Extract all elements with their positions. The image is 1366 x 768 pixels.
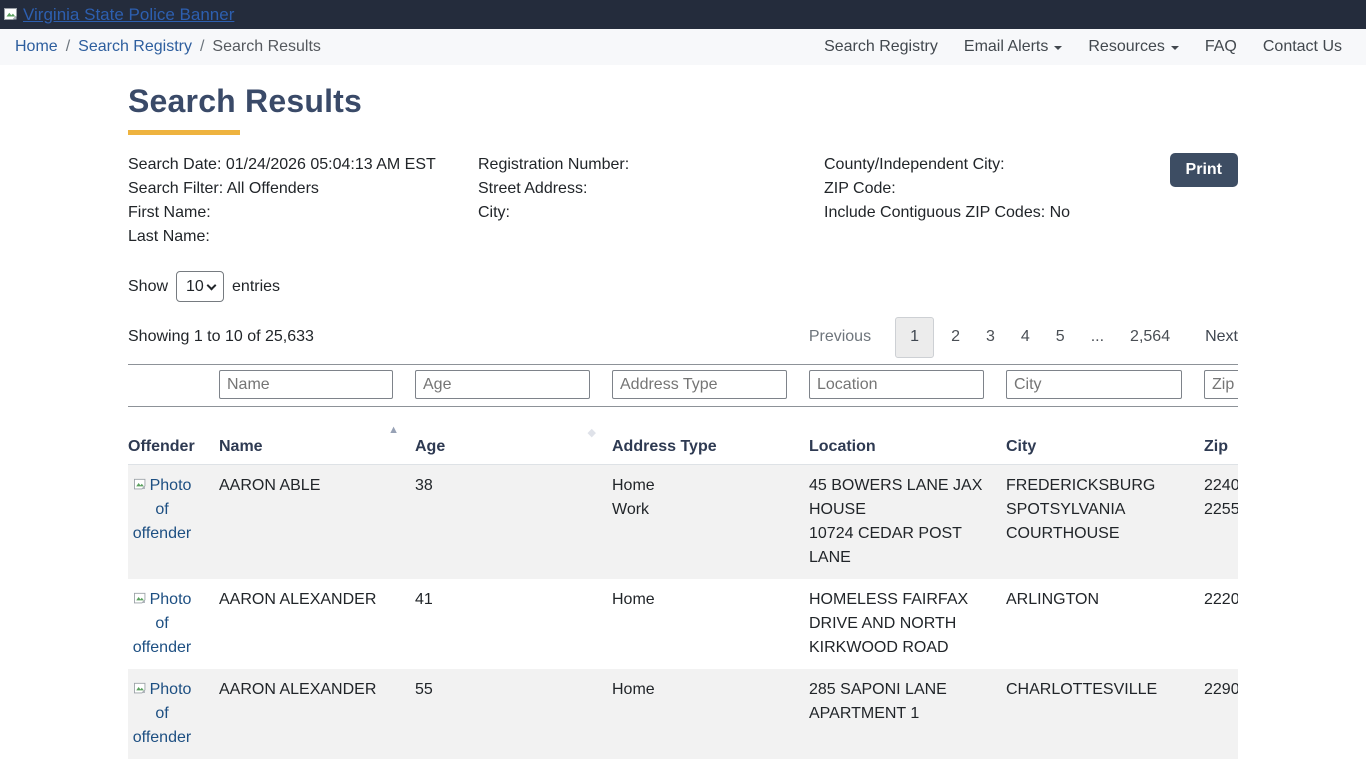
- banner-alt-text: Virginia State Police Banner: [23, 5, 234, 25]
- breadcrumb-separator: /: [66, 38, 70, 56]
- site-banner: Virginia State Police Banner: [0, 0, 1366, 29]
- nav-email-alerts[interactable]: Email Alerts: [964, 38, 1062, 56]
- offender-age: 55: [415, 669, 612, 759]
- showing-entries-text: Showing 1 to 10 of 25,633: [128, 328, 314, 346]
- table-row: Photo of offender AARON ANDERSON 41 Home…: [128, 759, 1238, 768]
- offender-name: AARON ANDERSON: [219, 759, 415, 768]
- broken-image-icon: [133, 592, 149, 606]
- city-filter-input[interactable]: [1006, 370, 1182, 399]
- column-header-offender: Offender: [128, 407, 219, 464]
- broken-image-icon: [133, 682, 149, 696]
- offender-age: 41: [415, 759, 612, 768]
- offender-age: 38: [415, 465, 612, 579]
- column-header-location[interactable]: Location: [809, 407, 1006, 464]
- zips: 2240 2255: [1204, 465, 1238, 579]
- sort-ascending-icon: ▲: [388, 424, 399, 436]
- address-type-filter-input[interactable]: [612, 370, 787, 399]
- top-nav: Search Registry Email Alerts Resources F…: [824, 38, 1342, 56]
- offender-photo-link[interactable]: Photo of offender: [128, 588, 196, 660]
- breadcrumb: Home / Search Registry / Search Results: [15, 38, 321, 56]
- offender-name: AARON ALEXANDER: [219, 669, 415, 759]
- entries-selected-value: 10: [186, 278, 204, 296]
- length-prefix-label: Show: [128, 278, 168, 296]
- pagination-next[interactable]: Next: [1183, 328, 1238, 346]
- cities: RURAL RETREAT RURAL RETREAT: [1006, 759, 1204, 768]
- cities: ARLINGTON: [1006, 579, 1204, 669]
- table-info-row: Showing 1 to 10 of 25,633 Previous 1 2 3…: [128, 316, 1238, 358]
- sort-unsorted-icon: ◆: [588, 426, 596, 439]
- column-header-city[interactable]: City: [1006, 407, 1204, 464]
- pagination-page-3[interactable]: 3: [973, 328, 1008, 346]
- search-meta-col3: County/Independent City: ZIP Code: Inclu…: [824, 153, 1104, 249]
- locations: 127JIMMY LANE 127 JIMMY LANE: [809, 759, 1006, 768]
- address-types: Home: [612, 579, 809, 669]
- pagination-page-4[interactable]: 4: [1008, 328, 1043, 346]
- breadcrumb-search-registry[interactable]: Search Registry: [78, 38, 192, 56]
- table-body: Photo of offender AARON ABLE 38 Home Wor…: [128, 465, 1238, 768]
- zips: 2220: [1204, 579, 1238, 669]
- page: Virginia State Police Banner Home / Sear…: [0, 0, 1366, 768]
- pagination-page-1-current[interactable]: 1: [895, 317, 934, 358]
- locations: 45 BOWERS LANE JAX HOUSE 10724 CEDAR POS…: [809, 465, 1006, 579]
- search-meta-col1: Search Date: 01/24/2026 05:04:13 AM EST …: [128, 153, 478, 249]
- address-types: Home Work: [612, 759, 809, 768]
- pagination-page-5[interactable]: 5: [1043, 328, 1078, 346]
- age-filter-input[interactable]: [415, 370, 590, 399]
- results-table: Offender Name▲ Age◆ Address Type Locatio…: [128, 364, 1238, 768]
- table-row: Photo of offender AARON ABLE 38 Home Wor…: [128, 465, 1238, 579]
- offender-photo-link[interactable]: Photo of offender: [128, 678, 196, 750]
- print-button[interactable]: Print: [1170, 153, 1238, 187]
- navbar: Home / Search Registry / Search Results …: [0, 29, 1366, 65]
- table-header-row: Offender Name▲ Age◆ Address Type Locatio…: [128, 407, 1238, 465]
- table-row: Photo of offender AARON ALEXANDER 41 Hom…: [128, 579, 1238, 669]
- breadcrumb-separator: /: [200, 38, 204, 56]
- table-row: Photo of offender AARON ALEXANDER 55 Hom…: [128, 669, 1238, 759]
- offender-name: AARON ABLE: [219, 465, 415, 579]
- chevron-down-icon: [1054, 46, 1062, 50]
- column-header-zip[interactable]: Zip: [1204, 407, 1238, 464]
- pagination-page-last[interactable]: 2,564: [1117, 328, 1183, 346]
- chevron-down-icon: [1171, 46, 1179, 50]
- nav-search-registry[interactable]: Search Registry: [824, 38, 938, 56]
- length-suffix-label: entries: [232, 278, 280, 296]
- nav-faq[interactable]: FAQ: [1205, 38, 1237, 56]
- breadcrumb-current: Search Results: [212, 38, 321, 56]
- column-header-name[interactable]: Name▲: [219, 407, 415, 464]
- cities: FREDERICKSBURG SPOTSYLVANIA COURTHOUSE: [1006, 465, 1204, 579]
- search-meta-col2: Registration Number: Street Address: Cit…: [478, 153, 824, 249]
- column-header-address-type[interactable]: Address Type: [612, 407, 809, 464]
- locations: HOMELESS FAIRFAX DRIVE AND NORTH KIRKWOO…: [809, 579, 1006, 669]
- pagination: Previous 1 2 3 4 5 ... 2,564 Next: [809, 317, 1238, 358]
- cities: CHARLOTTESVILLE: [1006, 669, 1204, 759]
- title-accent-bar: [128, 130, 240, 135]
- locations: 285 SAPONI LANE APARTMENT 1: [809, 669, 1006, 759]
- address-types: Home: [612, 669, 809, 759]
- zips: 2290: [1204, 669, 1238, 759]
- offender-age: 41: [415, 579, 612, 669]
- column-header-age[interactable]: Age◆: [415, 407, 612, 464]
- name-filter-input[interactable]: [219, 370, 393, 399]
- search-criteria-summary: Search Date: 01/24/2026 05:04:13 AM EST …: [128, 153, 1238, 249]
- banner-home-link[interactable]: Virginia State Police Banner: [3, 5, 234, 25]
- breadcrumb-home[interactable]: Home: [15, 38, 58, 56]
- nav-contact-us[interactable]: Contact Us: [1263, 38, 1342, 56]
- pagination-ellipsis: ...: [1078, 328, 1117, 346]
- offender-photo-link[interactable]: Photo of offender: [128, 474, 196, 546]
- zips: 2436 2436: [1204, 759, 1238, 768]
- chevron-down-icon: [207, 281, 217, 291]
- column-filter-row: [128, 364, 1238, 407]
- pagination-page-2[interactable]: 2: [938, 328, 973, 346]
- page-title: Search Results: [128, 83, 1238, 120]
- offender-name: AARON ALEXANDER: [219, 579, 415, 669]
- pagination-previous[interactable]: Previous: [809, 328, 891, 346]
- nav-resources[interactable]: Resources: [1088, 38, 1178, 56]
- zip-filter-input[interactable]: [1204, 370, 1238, 399]
- broken-image-icon: [3, 7, 21, 23]
- page-length-control: Show 10 entries: [128, 271, 1238, 302]
- broken-image-icon: [133, 478, 149, 492]
- location-filter-input[interactable]: [809, 370, 984, 399]
- address-types: Home Work: [612, 465, 809, 579]
- entries-per-page-select[interactable]: 10: [176, 271, 224, 302]
